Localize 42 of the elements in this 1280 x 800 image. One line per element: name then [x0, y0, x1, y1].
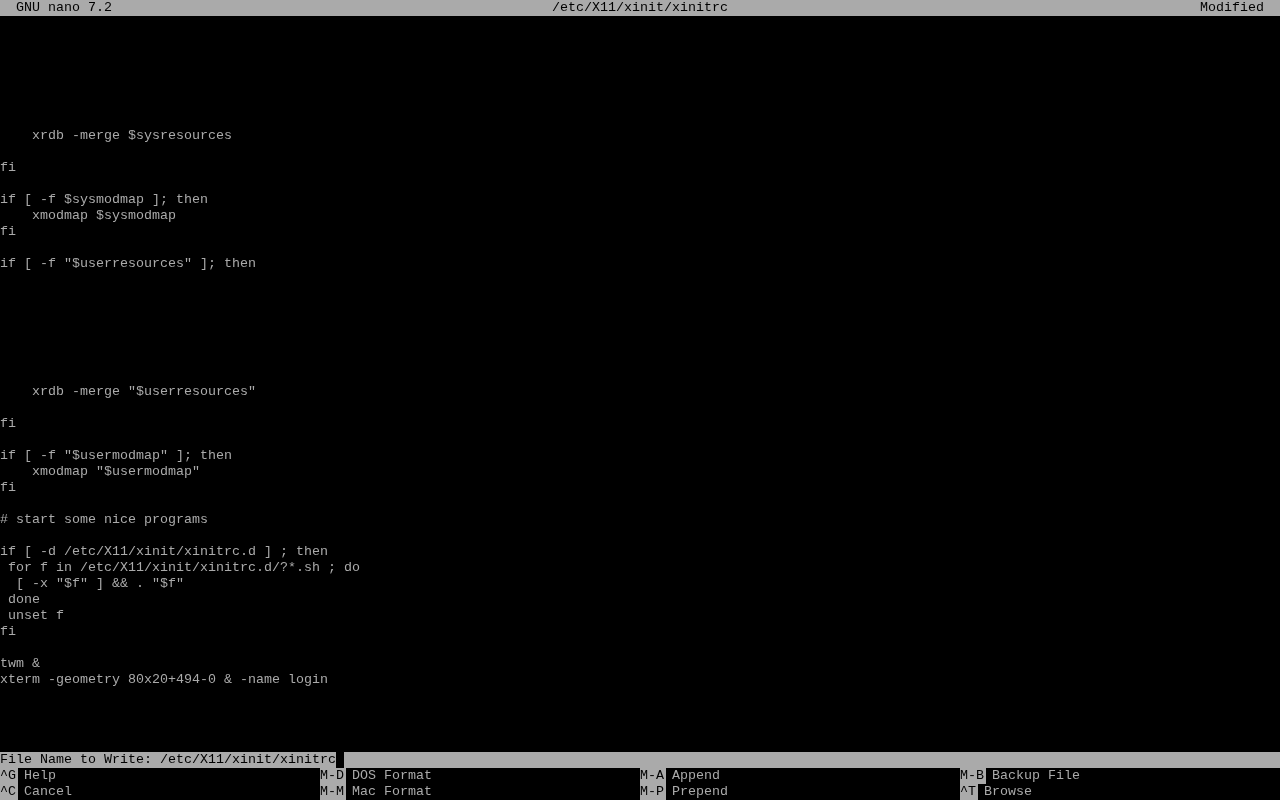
code-line: xmodmap $sysmodmap — [31, 208, 176, 224]
file-name: /etc/X11/xinit/xinitrc — [551, 0, 729, 16]
shortcut-key: ^G — [0, 768, 18, 784]
code-line: fi — [0, 416, 16, 432]
shortcut-label: Help — [24, 768, 56, 784]
shortcut-key: M-M — [320, 784, 346, 800]
shortcut-label: Cancel — [24, 784, 72, 800]
code-line: [ -x "$f" ] && . "$f" — [15, 576, 184, 592]
filename-input[interactable]: /etc/X11/xinit/xinitrc — [159, 752, 336, 768]
code-line: fi — [0, 160, 16, 176]
code-line: xmodmap "$usermodmap" — [31, 464, 200, 480]
code-line: if [ -f "$userresources" ]; then — [0, 256, 256, 272]
app-name: GNU nano 7.2 — [16, 0, 113, 16]
shortcut-label: Prepend — [672, 784, 728, 800]
code-line: if [ -f "$usermodmap" ]; then — [0, 448, 232, 464]
shortcut-label: Mac Format — [352, 784, 432, 800]
code-line: for f in /etc/X11/xinit/xinitrc.d/?*.sh ; do — [7, 560, 360, 576]
code-line: xterm -geometry 80x20+494-0 & -name login — [0, 672, 328, 688]
code-line: fi — [0, 624, 16, 640]
text-cursor — [335, 752, 344, 768]
modified-status: Modified — [1199, 0, 1264, 16]
code-line: if [ -d /etc/X11/xinit/xinitrc.d ] ; then — [0, 544, 328, 560]
code-line: xrdb -merge "$userresources" — [31, 384, 256, 400]
code-line: unset f — [7, 608, 64, 624]
shortcut-key: M-B — [960, 768, 986, 784]
shortcut-key: ^T — [960, 784, 978, 800]
code-line: if [ -f $sysmodmap ]; then — [0, 192, 208, 208]
shortcut-label: Browse — [984, 784, 1032, 800]
shortcut-key: M-P — [640, 784, 666, 800]
shortcut-label: DOS Format — [352, 768, 432, 784]
shortcut-label: Backup File — [992, 768, 1080, 784]
shortcut-label: Append — [672, 768, 720, 784]
code-line: xrdb -merge $sysresources — [31, 128, 232, 144]
code-line: # start some nice programs — [0, 512, 208, 528]
code-line: fi — [0, 480, 16, 496]
shortcut-key: M-D — [320, 768, 346, 784]
code-line: done — [7, 592, 40, 608]
shortcut-key: ^C — [0, 784, 18, 800]
code-line: twm & — [0, 656, 40, 672]
code-line: fi — [0, 224, 16, 240]
prompt-label: File Name to Write: — [0, 752, 152, 768]
shortcut-key: M-A — [640, 768, 666, 784]
